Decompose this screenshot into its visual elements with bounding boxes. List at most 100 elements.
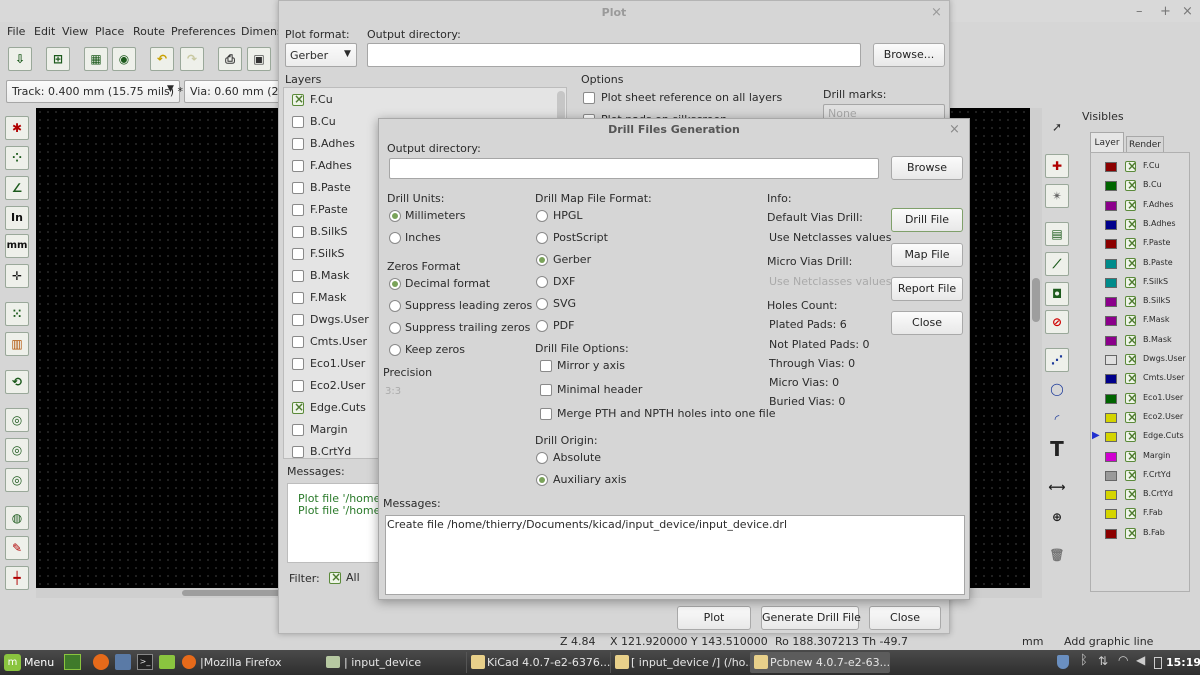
plot-layer-checkbox[interactable] — [292, 424, 304, 436]
layer-visible-checkbox[interactable] — [1125, 487, 1137, 501]
visibles-layer-label[interactable]: F.Adhes — [1143, 200, 1173, 209]
layer-color-swatch[interactable] — [1105, 200, 1117, 211]
visibles-layer-label[interactable]: B.Paste — [1143, 258, 1173, 267]
plot-layer-checkbox[interactable] — [292, 138, 304, 150]
module-viewer-icon[interactable]: ◉ — [112, 47, 136, 71]
wifi-icon[interactable]: ◠ — [1118, 653, 1128, 667]
visibles-layer-label[interactable]: F.CrtYd — [1143, 470, 1171, 479]
units-mm-icon[interactable]: mm — [5, 234, 29, 258]
shield-icon[interactable] — [1057, 655, 1069, 669]
network-icon[interactable]: ⇅ — [1098, 654, 1108, 668]
layer-color-swatch[interactable] — [1105, 355, 1117, 365]
layers-scrollbar[interactable] — [557, 91, 565, 121]
vias-sketch-icon[interactable]: ◎ — [5, 438, 29, 462]
zeros-decimal-radio[interactable] — [389, 278, 401, 290]
visibles-layer-label[interactable]: F.Mask — [1143, 315, 1169, 324]
layer-visible-checkbox[interactable] — [1125, 333, 1137, 347]
add-module-icon[interactable]: ▤ — [1045, 222, 1069, 246]
show-desktop-icon[interactable] — [64, 654, 81, 670]
visibles-layer-label[interactable]: Eco1.User — [1143, 393, 1183, 402]
plot-layer-checkbox[interactable] — [292, 270, 304, 282]
add-keepout-icon[interactable]: ⊘ — [1045, 310, 1069, 334]
layer-visible-checkbox[interactable] — [1125, 371, 1137, 385]
map-svg-radio[interactable] — [536, 298, 548, 310]
tab-render[interactable]: Render — [1126, 136, 1164, 152]
visibles-layer-label[interactable]: Margin — [1143, 451, 1170, 460]
zeros-keep-radio[interactable] — [389, 344, 401, 356]
add-zones-icon[interactable]: ◘ — [1045, 282, 1069, 306]
visibles-layer-label[interactable]: F.Cu — [1143, 161, 1160, 170]
layer-color-swatch[interactable] — [1105, 490, 1117, 501]
filter-all-checkbox[interactable] — [329, 570, 341, 584]
delete-icon[interactable]: 🗑 — [1045, 544, 1069, 568]
layer-visible-checkbox[interactable] — [1125, 506, 1137, 520]
plot-layer-checkbox[interactable] — [292, 380, 304, 392]
scrollbar-thumb[interactable] — [1032, 278, 1040, 322]
microwave-icon[interactable]: ┿ — [5, 566, 29, 590]
maximize-icon[interactable]: + — [1160, 4, 1171, 19]
task-kicad[interactable]: KiCad 4.0.7-e2-6376... — [466, 652, 610, 673]
layer-color-swatch[interactable] — [1105, 316, 1117, 327]
plot-layer-checkbox[interactable] — [292, 226, 304, 238]
zone-fill-icon[interactable]: ◍ — [5, 506, 29, 530]
layer-color-swatch[interactable] — [1105, 258, 1117, 269]
tab-layer[interactable]: Layer — [1090, 132, 1124, 152]
vertical-scrollbar[interactable] — [1030, 108, 1042, 598]
units-inches-radio[interactable] — [389, 232, 401, 244]
visibles-layer-label[interactable]: B.Mask — [1143, 335, 1172, 344]
visibles-layer-label[interactable]: F.Fab — [1143, 508, 1163, 517]
layer-color-swatch[interactable] — [1105, 335, 1117, 346]
add-line-icon[interactable]: ⋰ — [1045, 348, 1069, 372]
layer-visible-checkbox[interactable] — [1125, 526, 1137, 540]
undo-icon[interactable]: ↶ — [150, 47, 174, 71]
plot-format-select[interactable]: Gerber ▼ — [285, 43, 357, 67]
layer-color-swatch[interactable] — [1105, 470, 1117, 481]
menu-edit[interactable]: Edit — [34, 25, 55, 38]
plot-layer-checkbox[interactable] — [292, 314, 304, 326]
layer-visible-checkbox[interactable] — [1125, 429, 1137, 443]
drill-file-button[interactable]: Drill File — [891, 208, 963, 232]
drill-output-dir-input[interactable] — [389, 158, 879, 179]
plot-icon[interactable]: ▣ — [247, 47, 271, 71]
layer-color-swatch[interactable] — [1105, 528, 1117, 539]
layer-color-swatch[interactable] — [1105, 219, 1117, 230]
visibles-layer-label[interactable]: Eco2.User — [1143, 412, 1183, 421]
task-file-manager[interactable]: [ input_device /] (/ho... — [610, 652, 756, 673]
menu-route[interactable]: Route — [133, 25, 165, 38]
visibles-layer-label[interactable]: B.SilkS — [1143, 296, 1170, 305]
layer-color-swatch[interactable] — [1105, 297, 1117, 308]
terminal-launcher-icon[interactable]: >_ — [137, 654, 153, 670]
visibles-layer-label[interactable]: B.Fab — [1143, 528, 1165, 537]
plot-layer-checkbox[interactable] — [292, 92, 304, 106]
visibles-layer-label[interactable]: B.Adhes — [1143, 219, 1176, 228]
plot-layer-checkbox[interactable] — [292, 336, 304, 348]
cursor-shape-icon[interactable]: ✛ — [5, 264, 29, 288]
save-board-icon[interactable]: ⇩ — [8, 47, 32, 71]
plot-layer-checkbox[interactable] — [292, 292, 304, 304]
drill-close-button[interactable]: Close — [891, 311, 963, 335]
layer-visible-checkbox[interactable] — [1125, 468, 1137, 482]
layer-color-swatch[interactable] — [1105, 374, 1117, 385]
add-tracks-icon[interactable]: ⟋ — [1045, 252, 1069, 276]
module-ratsnest-icon[interactable]: ▥ — [5, 332, 29, 356]
plot-layer-checkbox[interactable] — [292, 204, 304, 216]
layer-color-swatch[interactable] — [1105, 432, 1117, 443]
add-target-icon[interactable]: ⊕ — [1045, 506, 1069, 530]
map-dxf-radio[interactable] — [536, 276, 548, 288]
map-gerber-radio[interactable] — [536, 254, 548, 266]
ratsnest-icon[interactable]: ⁙ — [5, 302, 29, 326]
grid-icon[interactable]: ⁘ — [5, 146, 29, 170]
layer-visible-checkbox[interactable] — [1125, 275, 1137, 289]
layer-visible-checkbox[interactable] — [1125, 352, 1137, 366]
add-arc-icon[interactable]: ◜ — [1045, 408, 1069, 432]
layer-visible-checkbox[interactable] — [1125, 449, 1137, 463]
select-arrow-icon[interactable]: ➚ — [1045, 116, 1069, 140]
plot-layer-checkbox[interactable] — [292, 116, 304, 128]
close-icon[interactable]: × — [1182, 4, 1193, 19]
track-width-select[interactable]: Track: 0.400 mm (15.75 mils) * ▼ — [6, 80, 183, 103]
settings-launcher-icon[interactable] — [115, 654, 131, 670]
map-postscript-radio[interactable] — [536, 232, 548, 244]
highlight-net-icon[interactable]: ✚ — [1045, 154, 1069, 178]
zeros-trailing-radio[interactable] — [389, 322, 401, 334]
map-hpgl-radio[interactable] — [536, 210, 548, 222]
